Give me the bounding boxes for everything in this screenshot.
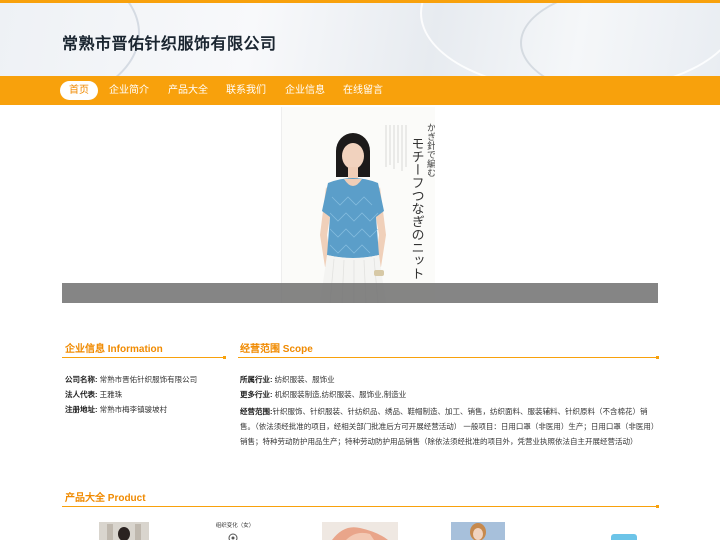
product-thumb-2[interactable]: 组织变化（女）	[210, 522, 260, 540]
more-industry-row: 更多行业: 机织服装制造,纺织服装、服饰业,制造业	[240, 390, 406, 400]
product-thumb-5[interactable]	[611, 534, 637, 540]
address-value: 常熟市梅李镇骏坡村	[99, 405, 168, 414]
products-title: 产品大全 Product	[65, 493, 146, 504]
product-thumb-1[interactable]	[99, 522, 149, 540]
business-scope-row: 经营范围:针织服饰、针织服装、针纺织品、绣品、鞋帽制造、加工、销售，纺织面料、服…	[240, 404, 658, 449]
legal-rep-value: 王雅珠	[99, 390, 123, 399]
business-scope-label: 经营范围:	[240, 407, 273, 416]
magazine-subtitle: かぎ針で編む	[425, 123, 435, 177]
product-image	[322, 522, 398, 540]
nav-item-message[interactable]: 在线留言	[338, 81, 388, 100]
address-label: 注册地址:	[65, 405, 98, 414]
product-image	[99, 522, 149, 540]
knitwear-model-image: かぎ針で編む モチーフつなぎのニット	[320, 123, 435, 303]
product-thumb-4[interactable]	[451, 522, 505, 540]
company-name-label: 公司名称:	[65, 375, 98, 384]
banner: かぎ針で編む モチーフつなぎのニット	[62, 105, 658, 303]
product-caption: 组织变化（女）	[215, 523, 255, 529]
product-thumb-3[interactable]	[322, 522, 398, 540]
site-title[interactable]: 常熟市晋佑针织服饰有限公司	[62, 30, 277, 54]
banner-caption-strip	[62, 283, 658, 303]
nav-item-home[interactable]: 首页	[60, 81, 98, 100]
nav-item-contact[interactable]: 联系我们	[221, 81, 271, 100]
company-info-divider	[62, 356, 226, 359]
company-name-value: 常熟市晋佑针织服饰有限公司	[99, 375, 198, 384]
business-scope-value: 针织服饰、针织服装、针纺织品、绣品、鞋帽制造、加工、销售，纺织面料、服装辅料、针…	[240, 407, 655, 446]
site-header: 常熟市晋佑针织服饰有限公司	[0, 0, 720, 76]
nav-item-products[interactable]: 产品大全	[163, 81, 213, 100]
industry-row: 所属行业: 纺织服装、服饰业	[240, 375, 335, 385]
industry-label: 所属行业:	[240, 375, 273, 384]
magazine-title: モチーフつなぎのニット	[409, 137, 424, 280]
company-info-title: 企业信息 Information	[65, 344, 163, 355]
more-industry-label: 更多行业:	[240, 390, 273, 399]
header-decoration	[520, 3, 720, 76]
nav-item-about[interactable]: 企业简介	[104, 81, 154, 100]
product-image	[451, 522, 505, 540]
banner-photo[interactable]: かぎ針で編む モチーフつなぎのニット	[281, 107, 435, 303]
main-nav: 首页 企业简介 产品大全 联系我们 企业信息 在线留言	[0, 76, 720, 105]
scope-divider	[238, 356, 659, 359]
nav-item-company-info[interactable]: 企业信息	[280, 81, 330, 100]
more-industry-value: 机织服装制造,纺织服装、服饰业,制造业	[274, 390, 407, 399]
product-image	[228, 533, 238, 540]
products-divider	[62, 505, 659, 508]
scope-title: 经营范围 Scope	[240, 344, 313, 355]
industry-value: 纺织服装、服饰业	[274, 375, 335, 384]
legal-rep-label: 法人代表:	[65, 390, 98, 399]
legal-rep-row: 法人代表: 王雅珠	[65, 390, 122, 400]
address-row: 注册地址: 常熟市梅李镇骏坡村	[65, 405, 167, 415]
company-name-row: 公司名称: 常熟市晋佑针织服饰有限公司	[65, 375, 197, 385]
